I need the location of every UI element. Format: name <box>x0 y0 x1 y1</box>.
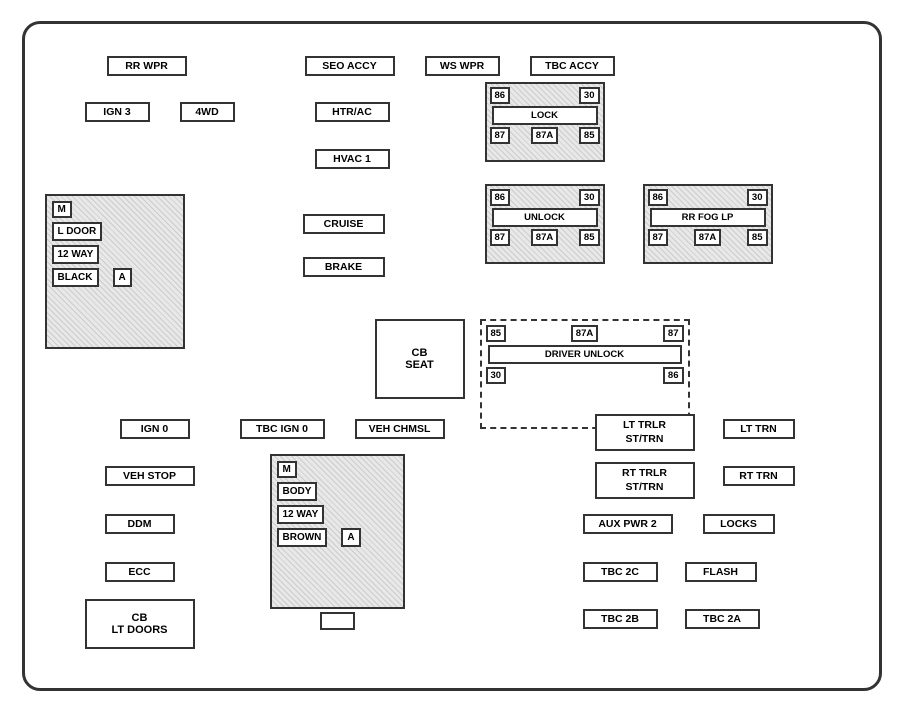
fog-term-86: 86 <box>648 189 669 206</box>
tbc-2c-label: TBC 2C <box>583 562 658 582</box>
du-relay-name: DRIVER UNLOCK <box>488 345 682 364</box>
locks-label: LOCKS <box>703 514 775 534</box>
unlock-term-87a: 87A <box>531 229 558 246</box>
du-term-87: 87 <box>663 325 684 342</box>
ign0-label: IGN 0 <box>120 419 190 439</box>
body-a: A <box>341 528 360 547</box>
cb-lt-doors-line2: LT DOORS <box>111 624 167 636</box>
lock-term-87: 87 <box>490 127 511 144</box>
tbc-2a-label: TBC 2A <box>685 609 760 629</box>
lock-term-30: 30 <box>579 87 600 104</box>
lock-term-87a: 87A <box>531 127 558 144</box>
l-door-way: 12 WAY <box>52 245 100 264</box>
rr-wpr-label: RR WPR <box>107 56 187 76</box>
ddm-label: DDM <box>105 514 175 534</box>
body-color: BROWN <box>277 528 328 547</box>
rt-trlr-label: RT TRLR ST/TRN <box>595 462 695 499</box>
fog-term-87a: 87A <box>694 229 721 246</box>
flash-label: FLASH <box>685 562 757 582</box>
du-term-86: 86 <box>663 367 684 384</box>
4wd-label: 4WD <box>180 102 235 122</box>
tbc-ign0-label: TBC IGN 0 <box>240 419 325 439</box>
body-way: 12 WAY <box>277 505 325 524</box>
pdm-box: 85 87A 87 DRIVER UNLOCK 30 86 PDM <box>480 319 690 429</box>
unlock-term-87: 87 <box>490 229 511 246</box>
l-door-a: A <box>113 268 132 287</box>
veh-chmsl-label: VEH CHMSL <box>355 419 445 439</box>
fog-relay-name: RR FOG LP <box>650 208 766 227</box>
cb-seat-box: CB SEAT <box>375 319 465 399</box>
cb-seat-line1: CB <box>412 347 428 359</box>
fog-term-87: 87 <box>648 229 669 246</box>
body-module: M BODY 12 WAY BROWN A <box>270 454 405 609</box>
unlock-term-86: 86 <box>490 189 511 206</box>
connector-tab <box>320 612 355 630</box>
l-door-name: L DOOR <box>52 222 103 241</box>
ecc-label: ECC <box>105 562 175 582</box>
fog-term-30: 30 <box>747 189 768 206</box>
htr-ac-label: HTR/AC <box>315 102 390 122</box>
rr-fog-relay: 86 30 RR FOG LP 87 87A 85 <box>643 184 773 264</box>
l-door-module: M L DOOR 12 WAY BLACK A <box>45 194 185 349</box>
aux-pwr2-label: AUX PWR 2 <box>583 514 673 534</box>
lock-relay: 86 30 LOCK 87 87A 85 <box>485 82 605 162</box>
lt-trlr-label: LT TRLR ST/TRN <box>595 414 695 451</box>
unlock-term-85: 85 <box>579 229 600 246</box>
du-term-85: 85 <box>486 325 507 342</box>
fog-term-85: 85 <box>747 229 768 246</box>
tbc-accy-label: TBC ACCY <box>530 56 615 76</box>
unlock-relay-name: UNLOCK <box>492 208 598 227</box>
seo-accy-label: SEO ACCY <box>305 56 395 76</box>
hvac1-label: HVAC 1 <box>315 149 390 169</box>
lock-term-85: 85 <box>579 127 600 144</box>
du-term-30: 30 <box>486 367 507 384</box>
veh-stop-label: VEH STOP <box>105 466 195 486</box>
unlock-relay: 86 30 UNLOCK 87 87A 85 <box>485 184 605 264</box>
fuse-diagram: RR WPR SEO ACCY WS WPR TBC ACCY IGN 3 4W… <box>22 21 882 691</box>
lt-trn-label: LT TRN <box>723 419 795 439</box>
cb-lt-doors-line1: CB <box>132 612 148 624</box>
du-term-87a: 87A <box>571 325 598 342</box>
cruise-label: CRUISE <box>303 214 385 234</box>
ign3-label: IGN 3 <box>85 102 150 122</box>
unlock-term-30: 30 <box>579 189 600 206</box>
ws-wpr-label: WS WPR <box>425 56 500 76</box>
l-door-color: BLACK <box>52 268 99 287</box>
cb-lt-doors-box: CB LT DOORS <box>85 599 195 649</box>
lock-relay-name: LOCK <box>492 106 598 125</box>
body-m: M <box>277 461 297 478</box>
body-name: BODY <box>277 482 318 501</box>
brake-label: BRAKE <box>303 257 385 277</box>
rt-trn-label: RT TRN <box>723 466 795 486</box>
cb-seat-line2: SEAT <box>405 359 434 371</box>
tbc-2b-label: TBC 2B <box>583 609 658 629</box>
l-door-m: M <box>52 201 72 218</box>
lock-term-86: 86 <box>490 87 511 104</box>
